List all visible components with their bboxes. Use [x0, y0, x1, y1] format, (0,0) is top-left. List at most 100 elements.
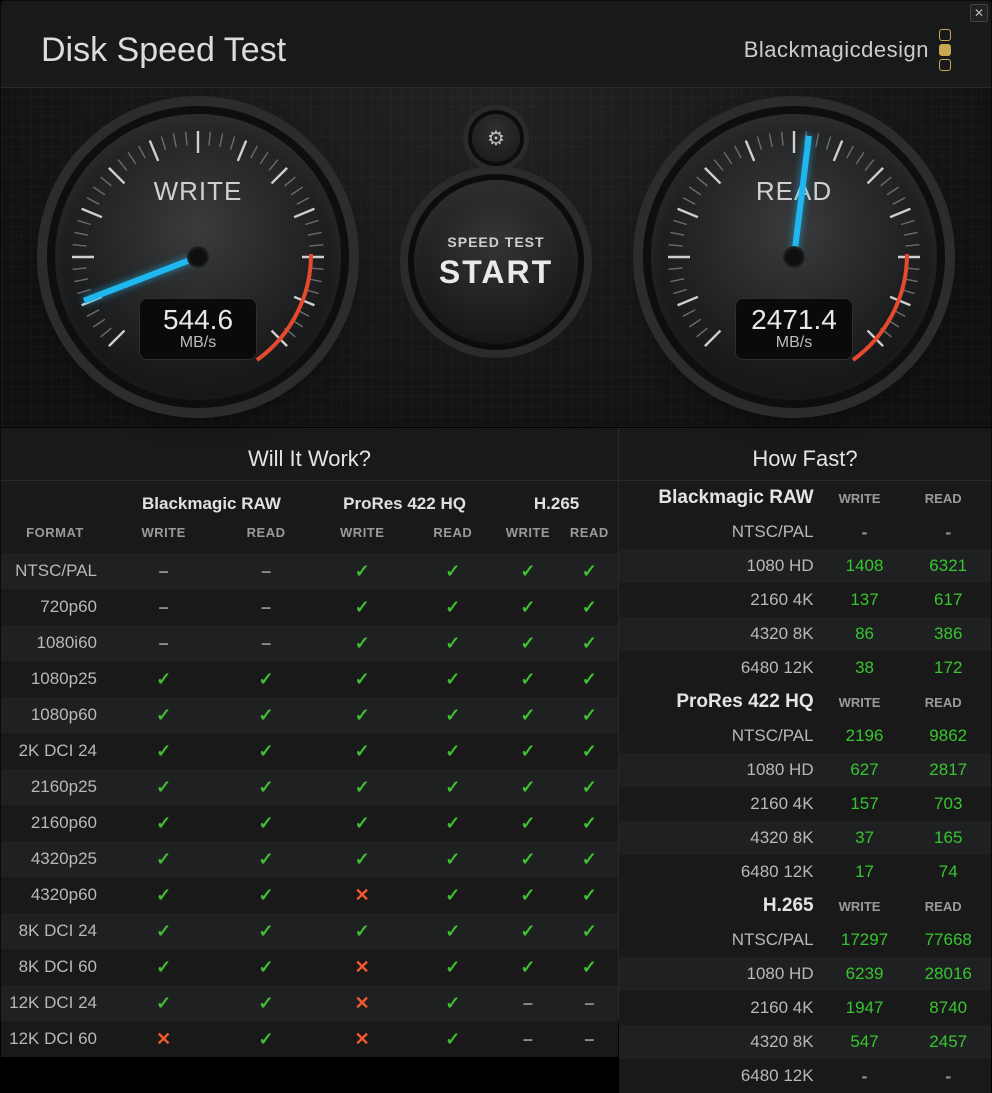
col-header: WRITE: [109, 517, 218, 553]
status-check-icon: ✓: [411, 625, 496, 661]
format-label: 2160 4K: [619, 787, 824, 821]
brand-text: Blackmagicdesign: [744, 37, 929, 63]
status-check-icon: ✓: [218, 1021, 314, 1057]
status-dash-icon: –: [218, 625, 314, 661]
brand-logo: Blackmagicdesign: [744, 29, 951, 71]
settings-button[interactable]: ⚙: [472, 114, 520, 162]
format-label: 12K DCI 24: [1, 985, 109, 1021]
how-fast-panel: How Fast? Blackmagic RAWWRITEREADNTSC/PA…: [619, 428, 991, 1020]
table-row: 4320p25✓✓✓✓✓✓: [1, 841, 618, 877]
redzone-icon: [249, 242, 319, 362]
format-label: 1080p25: [1, 661, 109, 697]
status-check-icon: ✓: [411, 913, 496, 949]
table-row: 4320 8K86386: [619, 617, 991, 651]
status-check-icon: ✓: [411, 553, 496, 589]
gauge-area: WRITE 544.6 MB/s ⚙ SPEED TEST START: [1, 88, 991, 428]
status-check-icon: ✓: [218, 913, 314, 949]
status-dash-icon: –: [109, 589, 218, 625]
status-check-icon: ✓: [495, 769, 560, 805]
status-check-icon: ✓: [218, 949, 314, 985]
table-row: 8K DCI 24✓✓✓✓✓✓: [1, 913, 618, 949]
status-check-icon: ✓: [411, 949, 496, 985]
status-check-icon: ✓: [411, 769, 496, 805]
status-check-icon: ✓: [411, 805, 496, 841]
format-label: 1080p60: [1, 697, 109, 733]
write-value: 1408: [824, 549, 906, 583]
close-button[interactable]: ✕: [970, 4, 988, 22]
table-row: 2160p25✓✓✓✓✓✓: [1, 769, 618, 805]
read-value: 6321: [905, 549, 991, 583]
read-readout: 2471.4 MB/s: [735, 298, 853, 360]
format-label: 4320 8K: [619, 1025, 824, 1059]
status-cross-icon: ✕: [314, 877, 411, 913]
format-label: 12K DCI 60: [1, 1021, 109, 1057]
status-check-icon: ✓: [561, 625, 618, 661]
start-button[interactable]: SPEED TEST START: [414, 180, 578, 344]
table-row: 1080p25✓✓✓✓✓✓: [1, 661, 618, 697]
status-check-icon: ✓: [411, 697, 496, 733]
status-check-icon: ✓: [561, 553, 618, 589]
status-check-icon: ✓: [495, 553, 560, 589]
write-value: 547: [824, 1025, 906, 1059]
format-label: 2160 4K: [619, 583, 824, 617]
format-label: NTSC/PAL: [1, 553, 109, 589]
status-check-icon: ✓: [109, 697, 218, 733]
status-check-icon: ✓: [411, 589, 496, 625]
needle-cap-icon: [187, 246, 209, 268]
write-value: 137: [824, 583, 906, 617]
table-row: 4320 8K5472457: [619, 1025, 991, 1059]
status-check-icon: ✓: [314, 769, 411, 805]
write-value: 17297: [824, 923, 906, 957]
format-label: 6480 12K: [619, 1059, 824, 1093]
table-row: 1080p60✓✓✓✓✓✓: [1, 697, 618, 733]
read-value: 2457: [905, 1025, 991, 1059]
table-row: 2160 4K137617: [619, 583, 991, 617]
read-value: -: [905, 1059, 991, 1093]
codec-header: Blackmagic RAW: [109, 481, 314, 517]
status-dash-icon: –: [218, 553, 314, 589]
format-label: NTSC/PAL: [619, 515, 824, 549]
status-check-icon: ✓: [218, 697, 314, 733]
status-check-icon: ✓: [495, 733, 560, 769]
status-check-icon: ✓: [218, 733, 314, 769]
write-value: 1947: [824, 991, 906, 1025]
read-value: 2471.4: [735, 304, 853, 336]
status-check-icon: ✓: [218, 877, 314, 913]
read-value: 8740: [905, 991, 991, 1025]
status-check-icon: ✓: [109, 913, 218, 949]
codec-name: Blackmagic RAW: [619, 481, 824, 515]
status-dash-icon: –: [109, 625, 218, 661]
format-label: 720p60: [1, 589, 109, 625]
write-value: 6239: [824, 957, 906, 991]
status-dash-icon: –: [218, 589, 314, 625]
write-unit: MB/s: [139, 334, 257, 352]
col-header: WRITE: [824, 889, 906, 923]
table-row: NTSC/PAL21969862: [619, 719, 991, 753]
table-row: 4320p60✓✓✕✓✓✓: [1, 877, 618, 913]
col-header: WRITE: [824, 481, 906, 515]
table-row: NTSC/PAL––✓✓✓✓: [1, 553, 618, 589]
read-gauge: READ 2471.4 MB/s: [651, 114, 937, 400]
format-label: 4320p60: [1, 877, 109, 913]
table-row: 1080 HD6272817: [619, 753, 991, 787]
col-header: READ: [218, 517, 314, 553]
status-check-icon: ✓: [109, 877, 218, 913]
status-check-icon: ✓: [561, 589, 618, 625]
codec-name: ProRes 422 HQ: [619, 685, 824, 719]
status-check-icon: ✓: [495, 625, 560, 661]
write-gauge: WRITE 544.6 MB/s: [55, 114, 341, 400]
status-check-icon: ✓: [314, 841, 411, 877]
status-check-icon: ✓: [314, 805, 411, 841]
status-check-icon: ✓: [495, 661, 560, 697]
status-check-icon: ✓: [109, 733, 218, 769]
status-check-icon: ✓: [561, 805, 618, 841]
format-label: 4320 8K: [619, 617, 824, 651]
status-check-icon: ✓: [109, 661, 218, 697]
format-label: 1080i60: [1, 625, 109, 661]
format-label: 2K DCI 24: [1, 733, 109, 769]
header: Disk Speed Test Blackmagicdesign: [1, 1, 991, 88]
status-check-icon: ✓: [218, 805, 314, 841]
status-check-icon: ✓: [411, 841, 496, 877]
status-check-icon: ✓: [561, 913, 618, 949]
status-check-icon: ✓: [561, 661, 618, 697]
